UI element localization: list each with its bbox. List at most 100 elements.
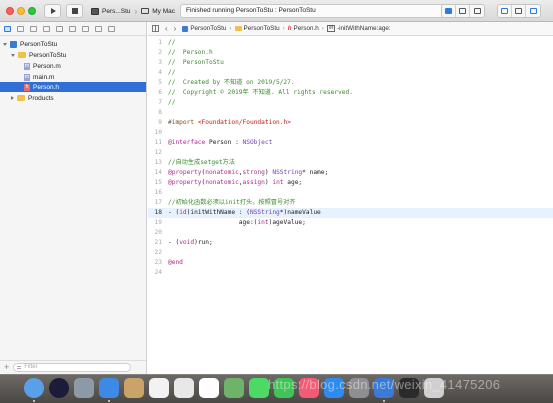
code-text: - (id)initWithName : (NSString*)nameValu…: [168, 209, 321, 216]
code-line[interactable]: 24: [148, 268, 553, 278]
run-button[interactable]: [44, 4, 61, 18]
code-line[interactable]: 10: [148, 128, 553, 138]
breadcrumb-label: -initWithName:age:: [337, 25, 391, 32]
toggle-navigator-button[interactable]: [498, 5, 512, 17]
code-line[interactable]: 23 @end: [148, 258, 553, 268]
chevron-right-icon: ›: [229, 25, 232, 32]
line-number: 5: [158, 79, 162, 86]
zoom-window-button[interactable]: [28, 7, 36, 15]
code-line[interactable]: 20: [148, 228, 553, 238]
test-tab-icon[interactable]: [69, 25, 76, 32]
code-line[interactable]: 1 //: [148, 38, 553, 48]
minimize-window-button[interactable]: [17, 7, 25, 15]
code-line[interactable]: 21 - (void)run;: [148, 238, 553, 248]
close-window-button[interactable]: [6, 7, 14, 15]
notes-icon[interactable]: [124, 378, 144, 398]
code-line[interactable]: 9 #import <Foundation/Foundation.h>: [148, 118, 553, 128]
tree-item-group[interactable]: PersonToStu: [0, 50, 146, 60]
navigator-filter-input[interactable]: Filter: [13, 363, 132, 372]
line-number: 1: [158, 39, 162, 46]
debug-panel-icon: [515, 8, 522, 14]
code-line[interactable]: 12: [148, 148, 553, 158]
line-number: 8: [158, 109, 162, 116]
code-text: //: [168, 69, 176, 76]
debug-tab-icon[interactable]: [82, 25, 89, 32]
code-line[interactable]: 4 //: [148, 68, 553, 78]
line-number: 11: [154, 139, 162, 146]
toggle-inspector-button[interactable]: [526, 5, 540, 17]
add-file-icon[interactable]: +: [4, 363, 9, 372]
finder-icon[interactable]: [24, 378, 44, 398]
running-indicator: [383, 400, 385, 402]
line-number: 6: [158, 89, 162, 96]
breadcrumb-project[interactable]: PersonToStu: [182, 25, 226, 32]
standard-editor-button[interactable]: [442, 5, 456, 17]
code-line[interactable]: 17 //初始化函数必须以init打头，按照冒号对齐: [148, 198, 553, 208]
tree-item-file[interactable]: m main.m: [0, 72, 146, 82]
version-editor-icon: [473, 8, 481, 14]
siri-icon[interactable]: [49, 378, 69, 398]
line-number: 16: [154, 189, 162, 196]
code-line[interactable]: 6 // Copyright © 2019年 不知道. All rights re…: [148, 88, 553, 98]
folder-icon: [234, 26, 242, 31]
code-line[interactable]: 14 @property(nonatomic,strong) NSString* …: [148, 168, 553, 178]
code-line[interactable]: 11 @interface Person : NSObject: [148, 138, 553, 148]
reminders-icon[interactable]: [199, 378, 219, 398]
breadcrumb-group[interactable]: PersonToStu: [234, 25, 280, 32]
toggle-debug-area-button[interactable]: [512, 5, 526, 17]
symbol-tab-icon[interactable]: [30, 25, 37, 32]
stop-button[interactable]: [66, 4, 83, 18]
photos-icon[interactable]: [174, 378, 194, 398]
issue-tab-icon[interactable]: [56, 25, 63, 32]
activity-viewer: Finished running PersonToStu : PersonToS…: [180, 4, 444, 18]
maps-icon[interactable]: [224, 378, 244, 398]
line-number: 21: [154, 239, 162, 246]
tree-item-file-selected[interactable]: h Person.h: [0, 82, 146, 92]
code-line[interactable]: 19 age:(int)ageValue;: [148, 218, 553, 228]
safari-icon[interactable]: [99, 378, 119, 398]
tree-item-label: PersonToStu: [29, 51, 67, 59]
launchpad-icon[interactable]: [74, 378, 94, 398]
line-number: 2: [158, 49, 162, 56]
code-text: @interface Person : NSObject: [168, 139, 273, 146]
scheme-selector[interactable]: Pers...Stu › My Mac: [91, 5, 175, 17]
standard-editor-icon: [445, 8, 452, 14]
tree-item-project[interactable]: PersonToStu: [0, 39, 146, 49]
code-line[interactable]: 22: [148, 248, 553, 258]
back-arrow-icon[interactable]: ‹: [165, 24, 168, 33]
code-line[interactable]: 8: [148, 108, 553, 118]
code-line[interactable]: 2 // Person.h: [148, 48, 553, 58]
forward-arrow-icon[interactable]: ›: [174, 24, 177, 33]
line-number: 18: [154, 209, 162, 216]
report-tab-icon[interactable]: [108, 25, 115, 32]
folder-tab-icon[interactable]: [4, 25, 11, 32]
breadcrumb-file[interactable]: h Person.h: [288, 25, 319, 32]
find-tab-icon[interactable]: [43, 25, 50, 32]
related-items-icon[interactable]: [152, 25, 159, 32]
calendar-icon[interactable]: [149, 378, 169, 398]
breakpoint-tab-icon[interactable]: [95, 25, 102, 32]
source-control-tab-icon[interactable]: [17, 25, 24, 32]
tree-item-file[interactable]: m Person.m: [0, 61, 146, 71]
code-line[interactable]: 3 // PersonToStu: [148, 58, 553, 68]
breadcrumb-symbol[interactable]: M -initWithName:age:: [326, 25, 391, 32]
code-line[interactable]: 18 - (id)initWithName : (NSString*)nameVa…: [148, 208, 553, 218]
messages-icon[interactable]: [249, 378, 269, 398]
running-indicator: [33, 400, 35, 402]
line-number: 12: [154, 149, 162, 156]
code-line[interactable]: 7 //: [148, 98, 553, 108]
source-editor[interactable]: 1 // 2 // Person.h 3 // PersonToStu 4 // 5 // Cre…: [148, 37, 553, 374]
chevron-right-icon: ›: [321, 25, 324, 32]
assistant-editor-button[interactable]: [456, 5, 470, 17]
stop-icon: [71, 8, 78, 14]
tree-item-group[interactable]: Products: [0, 93, 146, 103]
project-icon: [10, 40, 17, 48]
code-line[interactable]: 16: [148, 188, 553, 198]
objc-implementation-file-icon: m: [24, 62, 30, 70]
code-line[interactable]: 13 //自动生成setget方法: [148, 158, 553, 168]
version-editor-button[interactable]: [470, 5, 484, 17]
header-file-icon: h: [287, 25, 292, 32]
code-text: - (void)run;: [168, 239, 213, 246]
code-line[interactable]: 5 // Created by 不知道 on 2019/5/27.: [148, 78, 553, 88]
code-line[interactable]: 15 @property(nonatomic,assign) int age;: [148, 178, 553, 188]
